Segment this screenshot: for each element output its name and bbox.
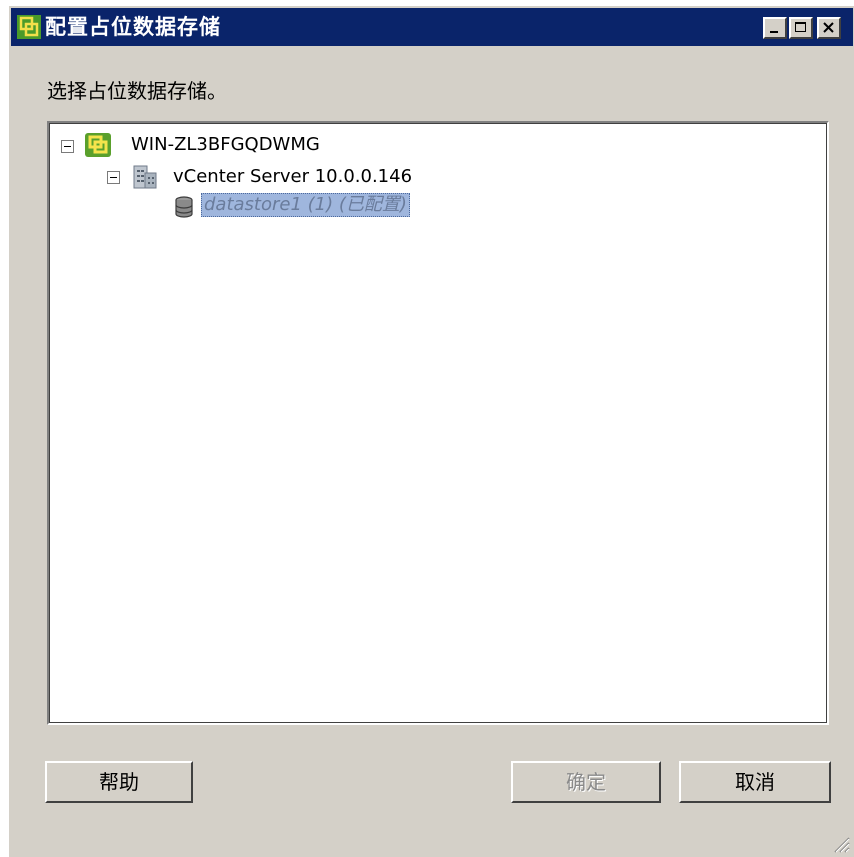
close-button[interactable]	[817, 17, 841, 39]
resize-grip-icon[interactable]	[830, 833, 850, 853]
ok-button[interactable]: 确定	[511, 761, 661, 803]
window-title: 配置占位数据存储	[45, 15, 221, 39]
tree-node-host[interactable]: WIN-ZL3BFGQDWMG	[131, 134, 320, 156]
cancel-button[interactable]: 取消	[679, 761, 831, 803]
close-icon	[823, 22, 834, 33]
configure-placeholder-datastore-dialog: 配置占位数据存储 选择占位数据存储。 WIN-ZL3BFGQDWMG vCent…	[8, 5, 854, 857]
instruction-text: 选择占位数据存储。	[47, 79, 227, 103]
tree-node-vcenter[interactable]: vCenter Server 10.0.0.146	[173, 166, 412, 188]
maximize-icon	[795, 22, 806, 32]
tree-node-datastore[interactable]: datastore1 (1) (已配置)	[201, 193, 410, 217]
vcenter-server-icon	[131, 163, 159, 195]
collapse-toggle[interactable]	[107, 171, 120, 184]
minimize-icon	[770, 31, 778, 33]
title-bar[interactable]: 配置占位数据存储	[11, 8, 853, 46]
collapse-toggle[interactable]	[61, 140, 74, 153]
datastore-icon	[173, 195, 195, 223]
datastore-tree[interactable]: WIN-ZL3BFGQDWMG vCenter Server 10.0.0.14…	[47, 121, 829, 725]
help-button[interactable]: 帮助	[45, 761, 193, 803]
maximize-button[interactable]	[789, 17, 813, 39]
vsphere-host-icon	[85, 131, 113, 163]
vsphere-logo-icon	[17, 15, 41, 39]
minimize-button[interactable]	[763, 17, 787, 39]
